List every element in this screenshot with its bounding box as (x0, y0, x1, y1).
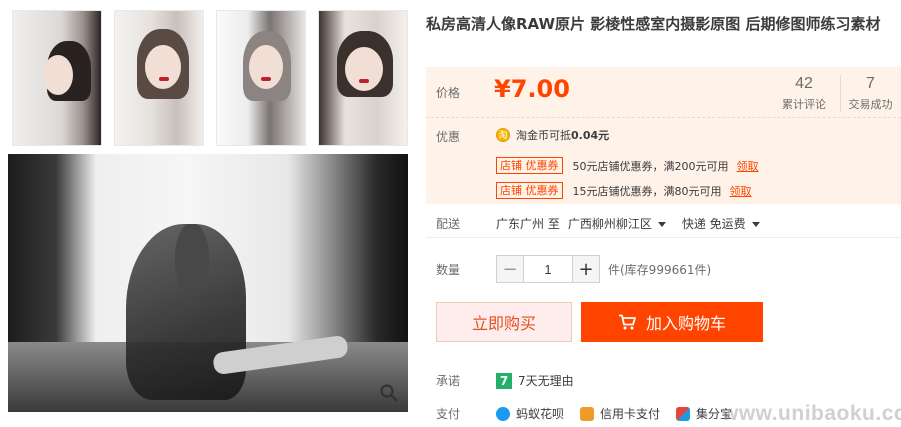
payment-huabei[interactable]: 蚂蚁花呗 (496, 405, 564, 422)
huabei-icon (496, 406, 510, 421)
thumbnail-image (217, 11, 305, 145)
stock-text: 件(库存999661件) (608, 262, 712, 277)
thumbnail-image (13, 11, 101, 145)
quantity-stepper: − + (496, 255, 600, 283)
thumbnail-4[interactable] (318, 10, 408, 146)
shipping-method[interactable]: 快递 免运费 (682, 215, 760, 232)
increase-button[interactable]: + (573, 256, 599, 282)
shipping-label: 配送 (436, 217, 461, 231)
sales-count: 7 交易成功 (840, 75, 900, 112)
sales-count-number: 7 (866, 75, 875, 92)
buy-now-button[interactable]: 立即购买 (436, 302, 572, 342)
thumbnail-3[interactable] (216, 10, 306, 146)
chevron-down-icon (751, 222, 760, 227)
cart-icon (618, 314, 636, 330)
thumbnail-image (115, 11, 203, 145)
seven-day-return-icon: 7 (496, 372, 512, 389)
sales-count-label: 交易成功 (848, 98, 893, 111)
claim-coupon-link[interactable]: 领取 (737, 158, 759, 174)
promo-label: 优惠 (436, 130, 461, 144)
promise-label: 承诺 (436, 374, 461, 388)
ship-from: 广东广州 至 (496, 217, 560, 231)
chevron-down-icon (657, 222, 666, 227)
magnifier-icon (380, 384, 398, 402)
payment-row: 支付 蚂蚁花呗 信用卡支付 集分宝 (426, 405, 748, 422)
payment-credit-card[interactable]: 信用卡支付 (580, 405, 660, 422)
promise-text[interactable]: 7天无理由 (518, 372, 574, 389)
price-panel: 价格 ¥7.00 42 累计评论 7 交易成功 (426, 67, 901, 117)
price-label: 价格 (436, 86, 461, 100)
zoom-button[interactable] (376, 380, 402, 406)
shipping-row: 配送 广东广州 至 广西柳州柳江区 快递 免运费 (426, 214, 901, 238)
review-count-number: 42 (795, 75, 813, 92)
coin-text: 淘金币可抵 (516, 129, 571, 142)
quantity-row: 数量 − + 件(库存999661件) (426, 254, 901, 284)
jifenbao-icon (676, 406, 691, 421)
image-figure (126, 224, 246, 400)
main-product-image[interactable] (8, 154, 408, 412)
payment-method-label: 蚂蚁花呗 (516, 407, 565, 421)
thumbnail-image (319, 11, 407, 145)
taobao-coin-icon: 淘 (496, 128, 510, 142)
coupon-row: 店铺 优惠券 15元店铺优惠券，满80元可用 领取 (496, 182, 752, 199)
coin-amount: 0.04元 (571, 129, 610, 142)
shipping-method-text: 快递 免运费 (681, 217, 746, 231)
quantity-input[interactable] (523, 256, 573, 282)
coupon-tag: 店铺 优惠券 (496, 157, 563, 174)
watermark-text: www.unibaoku.com (722, 402, 901, 425)
promise-row: 承诺 7 7天无理由 (426, 372, 574, 389)
payment-label: 支付 (436, 407, 461, 421)
coupon-tag: 店铺 优惠券 (496, 182, 563, 199)
thumbnail-2[interactable] (114, 10, 204, 146)
promotions-panel: 优惠 淘 淘金币可抵 0.04元 店铺 优惠券 50元店铺优惠券，满200元可用… (426, 117, 901, 204)
coupon-row: 店铺 优惠券 50元店铺优惠券，满200元可用 领取 (496, 157, 759, 174)
quantity-label: 数量 (436, 262, 461, 277)
taobao-coin-offer: 淘 淘金币可抵 0.04元 (496, 127, 609, 143)
ship-to-selector[interactable]: 广西柳州柳江区 (568, 215, 666, 232)
price-value: ¥7.00 (494, 75, 570, 103)
thumbnail-1[interactable] (12, 10, 102, 146)
thumbnail-strip (12, 10, 408, 148)
decrease-button[interactable]: − (497, 256, 523, 282)
credit-card-icon (580, 406, 595, 421)
review-count[interactable]: 42 累计评论 (774, 75, 834, 112)
review-count-label: 累计评论 (782, 98, 826, 111)
coupon-text: 15元店铺优惠券，满80元可用 (572, 184, 722, 198)
claim-coupon-link[interactable]: 领取 (730, 183, 752, 199)
payment-method-label: 信用卡支付 (600, 407, 661, 421)
add-to-cart-button[interactable]: 加入购物车 (581, 302, 763, 342)
coupon-text: 50元店铺优惠券，满200元可用 (572, 159, 729, 173)
product-title: 私房高清人像RAW原片 影棱性感室内摄影原图 后期修图师练习素材 (426, 15, 881, 33)
ship-to-text: 广西柳州柳江区 (567, 217, 652, 231)
add-to-cart-label: 加入购物车 (645, 314, 726, 333)
